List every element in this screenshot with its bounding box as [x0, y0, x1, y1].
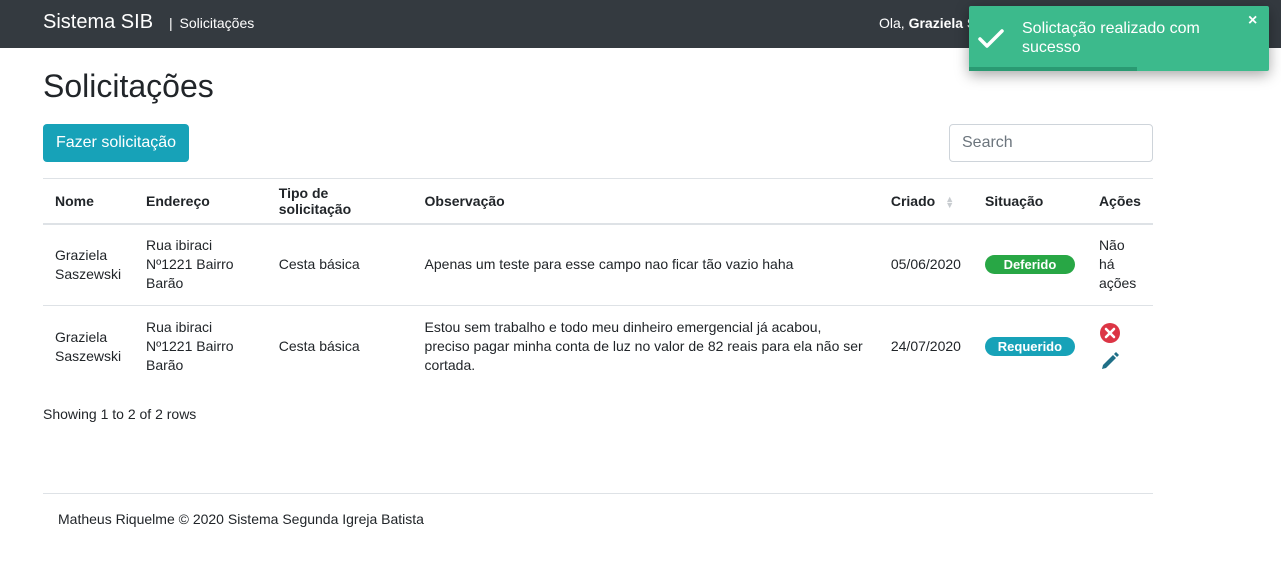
- cell-acoes: [1087, 306, 1153, 388]
- header-nome[interactable]: Nome: [43, 178, 134, 225]
- cell-endereco: Rua ibiraci Nº1221 Bairro Barão: [133, 223, 267, 306]
- footer-text: Matheus Riquelme © 2020 Sistema Segunda …: [58, 511, 424, 527]
- cell-situacao: Requerido: [973, 306, 1087, 388]
- nav-separator: |: [169, 15, 173, 31]
- cell-observacao: Estou sem trabalho e todo meu dinheiro e…: [424, 319, 863, 374]
- header-situacao[interactable]: Situação: [972, 178, 1087, 225]
- status-badge: Requerido: [984, 337, 1075, 357]
- header-observacao[interactable]: Observação: [412, 178, 879, 225]
- edit-icon[interactable]: [1099, 350, 1121, 372]
- cell-situacao: Deferido: [972, 223, 1087, 306]
- header-tipo[interactable]: Tipo de solicitação: [266, 178, 413, 225]
- cell-endereco: Rua ibiraci Nº1221 Bairro Barão: [145, 319, 234, 374]
- header-endereco[interactable]: Endereço: [133, 178, 267, 225]
- page-title: Solicitações: [43, 68, 214, 104]
- table-row: Graziela Saszewski Rua ibiraci Nº1221 Ba…: [43, 306, 1153, 388]
- toast-message: Solictação realizado com sucesso: [1022, 20, 1200, 56]
- cell-observacao: Apenas um teste para esse campo nao fica…: [412, 223, 879, 306]
- footer-divider: [43, 493, 1153, 494]
- header-criado-label: Criado: [890, 192, 936, 209]
- header-acoes: Ações: [1086, 178, 1153, 225]
- requests-table: Nome Endereço Tipo de solicitação Observ…: [43, 178, 1153, 388]
- search-input[interactable]: [949, 124, 1153, 162]
- requests-table-wrapper: Nome Endereço Tipo de solicitação Observ…: [43, 178, 1153, 388]
- check-icon: [978, 29, 1004, 48]
- brand-logo-text[interactable]: Sistema SIB: [43, 11, 153, 34]
- header-criado[interactable]: Criado ▲ ▼: [878, 178, 973, 225]
- nav-section: | Solicitações: [169, 15, 254, 31]
- table-row: Graziela Saszewski Rua ibiraci Nº1221 Ba…: [43, 223, 1153, 306]
- cancel-icon[interactable]: [1099, 322, 1121, 344]
- success-toast: Solictação realizado com sucesso ×: [969, 6, 1269, 71]
- user-name: Graziela S: [908, 15, 977, 31]
- status-badge: Deferido: [984, 255, 1075, 275]
- toast-progress-bar: [969, 67, 1137, 71]
- user-greeting[interactable]: Ola, Graziela S: [879, 15, 976, 31]
- new-request-button[interactable]: Fazer solicitação: [43, 124, 189, 162]
- cell-criado: 05/06/2020: [878, 223, 973, 306]
- cell-nome: Graziela Saszewski: [43, 223, 134, 306]
- cell-tipo: Cesta básica: [278, 338, 360, 355]
- greeting-prefix: Ola,: [879, 15, 905, 31]
- cell-tipo: Cesta básica: [266, 223, 413, 306]
- sort-icon[interactable]: ▲ ▼: [945, 195, 954, 210]
- pagination-info: Showing 1 to 2 of 2 rows: [43, 406, 197, 422]
- cell-nome: Graziela Saszewski: [55, 328, 122, 364]
- cell-acoes: Não há ações: [1086, 223, 1153, 306]
- nav-link-solicitacoes[interactable]: Solicitações: [180, 15, 255, 31]
- no-actions-text: Não há ações: [1098, 237, 1137, 292]
- table-header-row: Nome Endereço Tipo de solicitação Observ…: [43, 178, 1153, 225]
- cell-criado: 24/07/2020: [890, 338, 961, 355]
- close-icon[interactable]: ×: [1248, 12, 1257, 30]
